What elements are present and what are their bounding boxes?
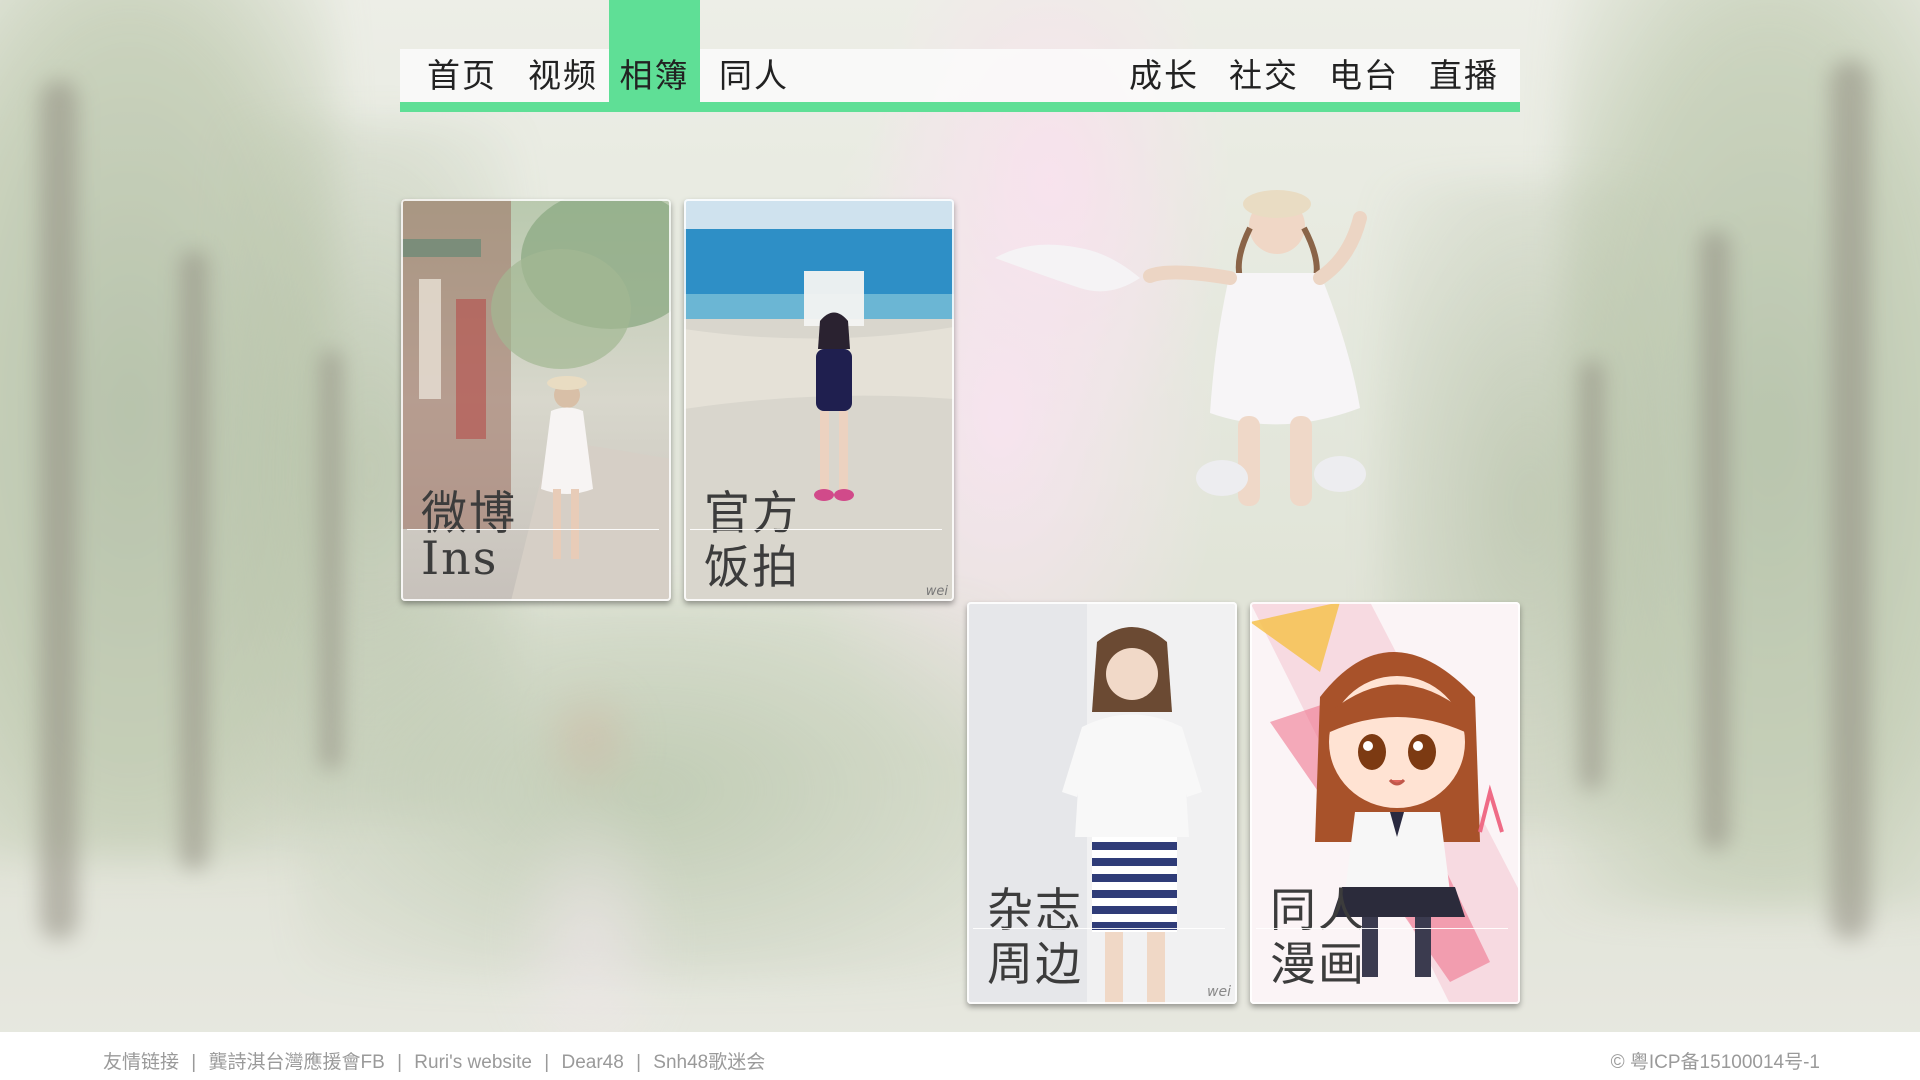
nav-item-live[interactable]: 直播 <box>1416 49 1512 102</box>
page-footer: 友情链接 | 龔詩淇台灣應援會FB | Ruri's website | Dea… <box>0 1032 1920 1080</box>
link-taiwan-fanclub[interactable]: 龔詩淇台灣應援會FB <box>209 1052 385 1073</box>
copyright-text: © 粤ICP备15100014号-1 <box>1610 1052 1820 1073</box>
blurred-park-background <box>0 0 1920 1080</box>
album-card-weibo-ins[interactable]: 微博 Ins <box>401 199 671 601</box>
photo-watermark: wei <box>925 584 948 599</box>
friend-links: 友情链接 | 龔詩淇台灣應援會FB | Ruri's website | Dea… <box>103 1047 765 1074</box>
nav-item-fan-art[interactable]: 同人 <box>706 49 802 102</box>
card-divider <box>690 529 942 530</box>
nav-item-growth[interactable]: 成长 <box>1116 49 1212 102</box>
photo-watermark: wei <box>1207 984 1231 1000</box>
nav-item-video[interactable]: 视频 <box>515 49 611 102</box>
link-dear48[interactable]: Dear48 <box>561 1052 623 1073</box>
card-title-line2: 饭拍 <box>704 540 800 594</box>
nav-item-radio[interactable]: 电台 <box>1316 49 1412 102</box>
link-snh48-fan-club[interactable]: Snh48歌迷会 <box>653 1052 765 1073</box>
nav-item-home[interactable]: 首页 <box>414 49 510 102</box>
separator: | <box>191 1052 197 1073</box>
separator: | <box>544 1052 550 1073</box>
separator: | <box>636 1052 642 1073</box>
album-card-official-photos[interactable]: 官方 饭拍 wei <box>684 199 954 601</box>
link-ruri-website[interactable]: Ruri's website <box>414 1052 532 1073</box>
album-card-fan-comics[interactable]: 同人 漫画 <box>1250 602 1520 1004</box>
separator: | <box>397 1052 403 1073</box>
nav-item-social[interactable]: 社交 <box>1216 49 1312 102</box>
friend-links-label: 友情链接 <box>103 1052 180 1073</box>
card-title-line2: 漫画 <box>1270 937 1366 991</box>
nav-item-album[interactable]: 相簿 <box>609 49 700 102</box>
album-card-magazine[interactable]: 杂志 周边 wei <box>967 602 1237 1004</box>
card-title-line2: 周边 <box>987 937 1083 991</box>
card-title-line2: Ins <box>421 531 499 585</box>
card-divider <box>407 529 659 530</box>
jumping-girl-image <box>995 190 1367 506</box>
